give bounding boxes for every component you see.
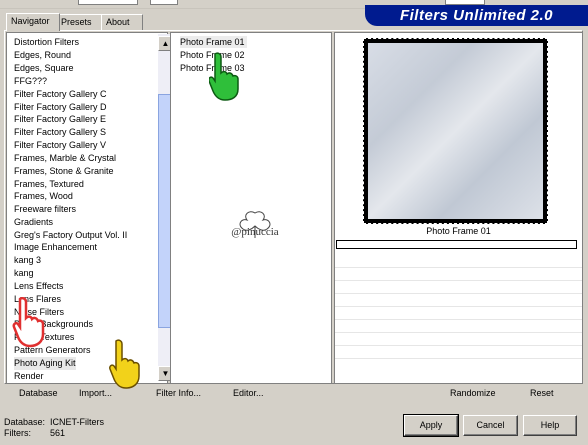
parameter-row <box>335 255 582 268</box>
filter-item-selected[interactable]: Photo Frame 01 <box>180 36 247 48</box>
green-hand-pointer-icon <box>209 52 239 101</box>
progress-bar <box>336 240 577 249</box>
category-item[interactable]: Render <box>14 370 44 383</box>
category-item[interactable]: Frames, Wood <box>14 190 73 203</box>
category-item[interactable]: Image Enhancement <box>14 241 97 254</box>
red-hand-pointer-icon <box>12 297 45 348</box>
editor-button[interactable]: Editor... <box>233 387 264 399</box>
category-item[interactable]: Gradients <box>14 216 53 229</box>
category-item[interactable]: Filter Factory Gallery V <box>14 139 106 152</box>
preview-image <box>363 38 548 224</box>
parameter-row <box>335 346 582 359</box>
top-size-field[interactable] <box>150 0 178 5</box>
preview-panel: Photo Frame 01 <box>334 32 583 384</box>
tab-about[interactable]: About <box>101 14 143 30</box>
category-item[interactable]: Lens Effects <box>14 280 63 293</box>
category-item[interactable]: Filter Factory Gallery E <box>14 113 106 126</box>
category-item[interactable]: Distortion Filters <box>14 36 79 49</box>
database-status-value: ICNET-Filters <box>50 417 104 427</box>
category-item[interactable]: Edges, Round <box>14 49 71 62</box>
parameter-row <box>335 294 582 307</box>
top-font-field[interactable] <box>78 0 138 5</box>
app-title: Filters Unlimited 2.0 <box>365 5 588 26</box>
category-item[interactable]: kang <box>14 267 34 280</box>
category-item[interactable]: Frames, Marble & Crystal <box>14 152 116 165</box>
tab-presets[interactable]: Presets <box>56 14 106 30</box>
parameter-row <box>335 307 582 320</box>
category-item[interactable]: Frames, Stone & Granite <box>14 165 114 178</box>
parameter-row <box>335 333 582 346</box>
parameter-row <box>335 320 582 333</box>
cancel-button[interactable]: Cancel <box>463 415 518 436</box>
category-item-selected[interactable]: Photo Aging Kit <box>14 357 76 370</box>
filters-count-label: Filters: <box>4 428 31 438</box>
filters-count-value: 561 <box>50 428 66 438</box>
database-button[interactable]: Database <box>19 387 58 399</box>
preview-filter-name: Photo Frame 01 <box>426 226 491 236</box>
filter-info-button[interactable]: Filter Info... <box>156 387 201 399</box>
category-item[interactable]: Filter Factory Gallery C <box>14 88 107 101</box>
category-item[interactable]: Filter Factory Gallery S <box>14 126 106 139</box>
parameter-list <box>335 255 582 359</box>
filter-list[interactable]: Photo Frame 01 Photo Frame 02 Photo Fram… <box>170 32 332 384</box>
parameter-row <box>335 268 582 281</box>
watermark-logo: @pinuccia <box>231 211 279 238</box>
help-button[interactable]: Help <box>523 415 577 436</box>
preview-frame-image <box>368 43 543 219</box>
reset-button[interactable]: Reset <box>530 387 554 399</box>
category-item[interactable]: FFG??? <box>14 75 47 88</box>
tab-navigator[interactable]: Navigator <box>6 13 60 31</box>
apply-button[interactable]: Apply <box>403 414 459 437</box>
category-item[interactable]: kang 3 <box>14 254 41 267</box>
watermark-text: @pinuccia <box>231 226 279 238</box>
randomize-button[interactable]: Randomize <box>450 387 496 399</box>
category-item[interactable]: Edges, Square <box>14 62 74 75</box>
category-item[interactable]: Freeware filters <box>14 203 76 216</box>
database-status-label: Database: <box>4 417 46 427</box>
parameter-row <box>335 281 582 294</box>
yellow-hand-pointer-icon <box>109 339 140 389</box>
